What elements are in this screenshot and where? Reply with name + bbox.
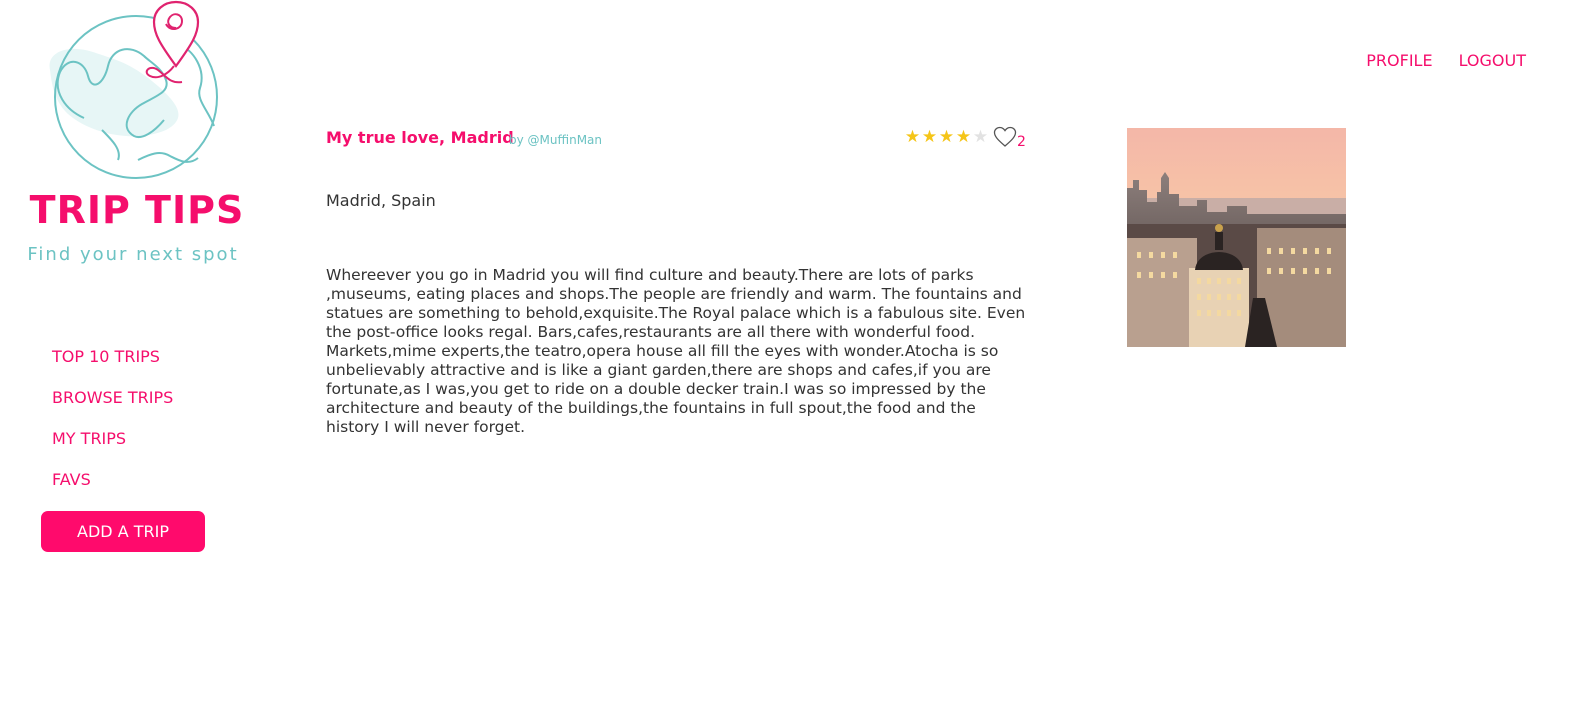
top-nav: PROFILE LOGOUT bbox=[1366, 51, 1526, 70]
trip-description: Whereever you go in Madrid you will find… bbox=[326, 266, 1026, 436]
sidebar-nav: TOP 10 TRIPS BROWSE TRIPS MY TRIPS FAVS bbox=[52, 346, 173, 510]
star-icon[interactable]: ★ bbox=[938, 127, 955, 147]
trip-location: Madrid, Spain bbox=[326, 191, 436, 210]
brand-name: TRIP TIPS bbox=[29, 188, 245, 232]
star-icon[interactable]: ★ bbox=[904, 127, 921, 147]
trip-rating: ★ ★ ★ ★ ★ 2 bbox=[904, 124, 1026, 150]
sidebar-item-top-10-trips[interactable]: TOP 10 TRIPS bbox=[52, 346, 173, 387]
nav-profile-link[interactable]: PROFILE bbox=[1366, 51, 1432, 70]
star-icon[interactable]: ★ bbox=[955, 127, 972, 147]
brand-tagline: Find your next spot bbox=[27, 244, 239, 265]
star-icon[interactable]: ★ bbox=[921, 127, 938, 147]
madrid-cityscape-photo bbox=[1127, 128, 1346, 347]
trip-photo bbox=[1127, 128, 1346, 347]
star-icon[interactable]: ★ bbox=[972, 127, 989, 147]
add-trip-button[interactable]: ADD A TRIP bbox=[41, 511, 205, 552]
logo[interactable]: TRIP TIPS Find your next spot bbox=[22, 0, 252, 280]
sidebar-item-browse-trips[interactable]: BROWSE TRIPS bbox=[52, 387, 173, 428]
nav-logout-link[interactable]: LOGOUT bbox=[1459, 51, 1526, 70]
trip-author-link[interactable]: by @MuffinMan bbox=[509, 133, 602, 147]
sidebar-item-my-trips[interactable]: MY TRIPS bbox=[52, 428, 173, 469]
trip-title: My true love, Madrid bbox=[326, 128, 514, 147]
globe-with-location-pin-icon bbox=[49, 0, 218, 179]
heart-icon[interactable] bbox=[993, 126, 1017, 148]
sidebar-item-favs[interactable]: FAVS bbox=[52, 469, 173, 510]
likes-count: 2 bbox=[1017, 134, 1026, 150]
